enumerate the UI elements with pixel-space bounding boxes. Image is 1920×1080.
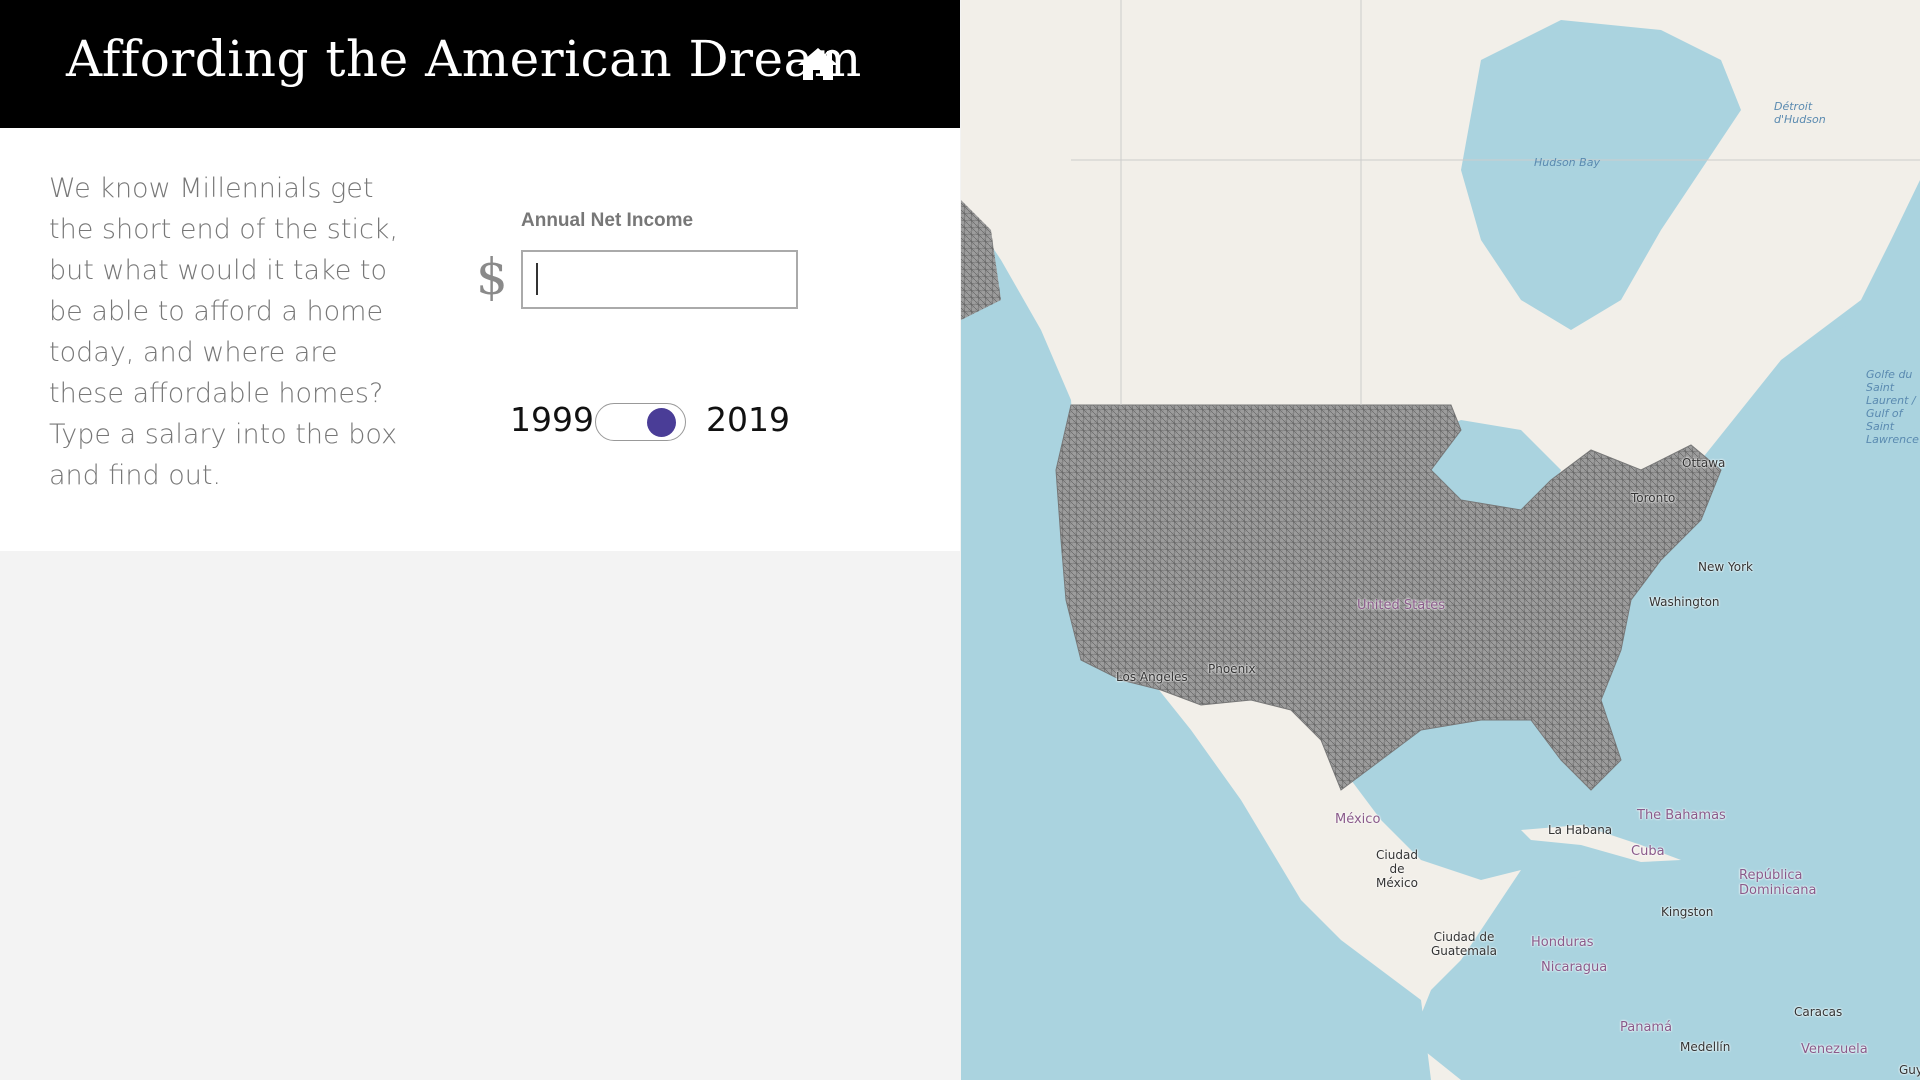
map-label-medellin: Medellín: [1680, 1040, 1731, 1054]
home-icon[interactable]: [796, 46, 840, 82]
page-title: Affording the American Dream: [66, 30, 862, 88]
map-label-kingston: Kingston: [1661, 905, 1714, 919]
toggle-knob[interactable]: [647, 408, 676, 437]
map-label-guatemala-city: Ciudad de Guatemala: [1430, 930, 1498, 958]
map-label-detroit-hudson: Détroit d'Hudson: [1774, 100, 1826, 126]
map-label-la-habana: La Habana: [1548, 823, 1613, 837]
map-label-bahamas: The Bahamas: [1637, 808, 1726, 823]
map-label-mexico-city: Ciudad de México: [1376, 848, 1418, 890]
map-label-new-york: New York: [1698, 560, 1753, 574]
intro-text: We know Millennials get the short end of…: [49, 173, 399, 491]
controls-panel: We know Millennials get the short end of…: [0, 128, 960, 551]
currency-symbol: $: [476, 248, 508, 306]
map-label-honduras: Honduras: [1531, 935, 1594, 950]
map-label-washington: Washington: [1649, 595, 1720, 609]
map-label-golfe: Golfe du Saint Laurent / Gulf of Saint L…: [1866, 368, 1919, 446]
basemap: [961, 0, 1920, 1080]
map-label-nicaragua: Nicaragua: [1541, 960, 1608, 975]
map-label-hudson-bay: Hudson Bay: [1534, 156, 1600, 169]
map-label-venezuela: Venezuela: [1801, 1042, 1868, 1057]
header-bar: Affording the American Dream: [0, 0, 960, 128]
map-view[interactable]: Hudson Bay Détroit d'Hudson Golfe du Sai…: [961, 0, 1920, 1080]
map-label-panama: Panamá: [1620, 1020, 1673, 1035]
map-label-toronto: Toronto: [1631, 491, 1676, 505]
text-caret: [536, 263, 538, 295]
map-label-phoenix: Phoenix: [1208, 662, 1256, 676]
map-label-los-angeles: Los Angeles: [1116, 670, 1188, 684]
map-label-cuba: Cuba: [1631, 844, 1665, 859]
year-start-label: 1999: [510, 400, 594, 439]
map-label-caracas: Caracas: [1794, 1005, 1843, 1019]
map-label-ottawa: Ottawa: [1682, 456, 1726, 470]
map-label-mexico: México: [1335, 812, 1381, 827]
income-input[interactable]: [521, 250, 798, 309]
map-label-republica-dominicana: República Dominicana: [1739, 868, 1817, 898]
year-toggle[interactable]: [595, 403, 686, 441]
year-end-label: 2019: [706, 400, 790, 439]
map-label-guy: Guy: [1899, 1063, 1920, 1077]
income-label: Annual Net Income: [521, 210, 694, 231]
map-label-united-states: United States: [1357, 598, 1446, 613]
left-panel: Affording the American Dream We know Mil…: [0, 0, 960, 1080]
